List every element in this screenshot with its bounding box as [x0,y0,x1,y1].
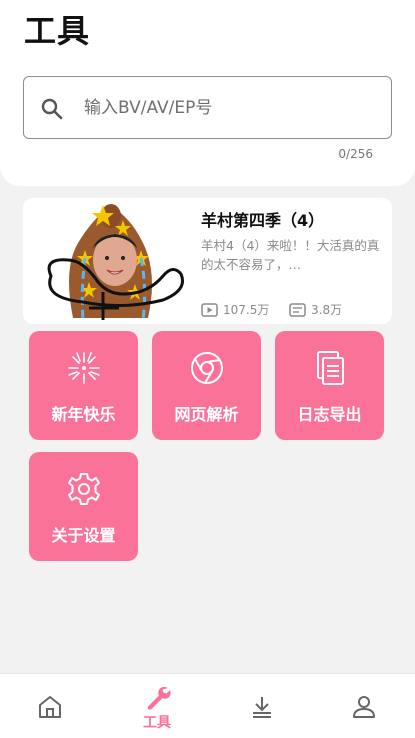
bottom-navigation: 工具 [0,673,415,738]
page-title: 工具 [24,12,91,50]
play-count-icon [201,302,218,317]
new-year-label: 新年快乐 [51,405,116,424]
view-count: 107.5万 [201,301,269,318]
fireworks-icon [68,352,100,384]
web-parse-tile[interactable]: 网页解析 [152,331,261,440]
search-input[interactable] [84,91,374,125]
web-parse-label: 网页解析 [174,405,239,424]
search-icon [41,98,63,120]
browser-icon [191,352,223,384]
video-title: 羊村第四季（4） [201,211,325,230]
search-box[interactable] [23,76,392,139]
wrench-icon [147,686,171,710]
log-export-tile[interactable]: 日志导出 [275,331,384,440]
danmaku-icon [289,302,306,317]
new-year-tile[interactable]: 新年快乐 [29,331,138,440]
download-icon [253,697,271,718]
character-counter: 0/256 [338,147,373,161]
nav-home[interactable] [20,674,80,738]
nav-tools[interactable]: 工具 [127,674,187,738]
view-count-value: 107.5万 [223,303,270,317]
nav-tools-label: 工具 [143,715,171,731]
nav-profile[interactable] [334,674,394,738]
header-panel: 工具 0/256 [0,0,415,186]
document-icon [317,351,344,385]
profile-icon [353,696,375,718]
video-description: 羊村4（4）来啦！！大活真的真的太不容易了，… [201,238,380,272]
danmaku-count: 3.8万 [289,301,342,318]
about-settings-label: 关于设置 [51,526,116,545]
nav-download[interactable] [232,674,292,738]
log-export-label: 日志导出 [297,405,362,424]
home-icon [39,696,61,718]
about-settings-tile[interactable]: 关于设置 [29,452,138,561]
video-thumbnail [23,198,189,324]
danmaku-count-value: 3.8万 [311,303,343,317]
video-card[interactable]: 羊村第四季（4） 羊村4（4）来啦！！大活真的真的太不容易了，… 107.5万 … [23,198,392,324]
gear-icon [68,473,100,505]
